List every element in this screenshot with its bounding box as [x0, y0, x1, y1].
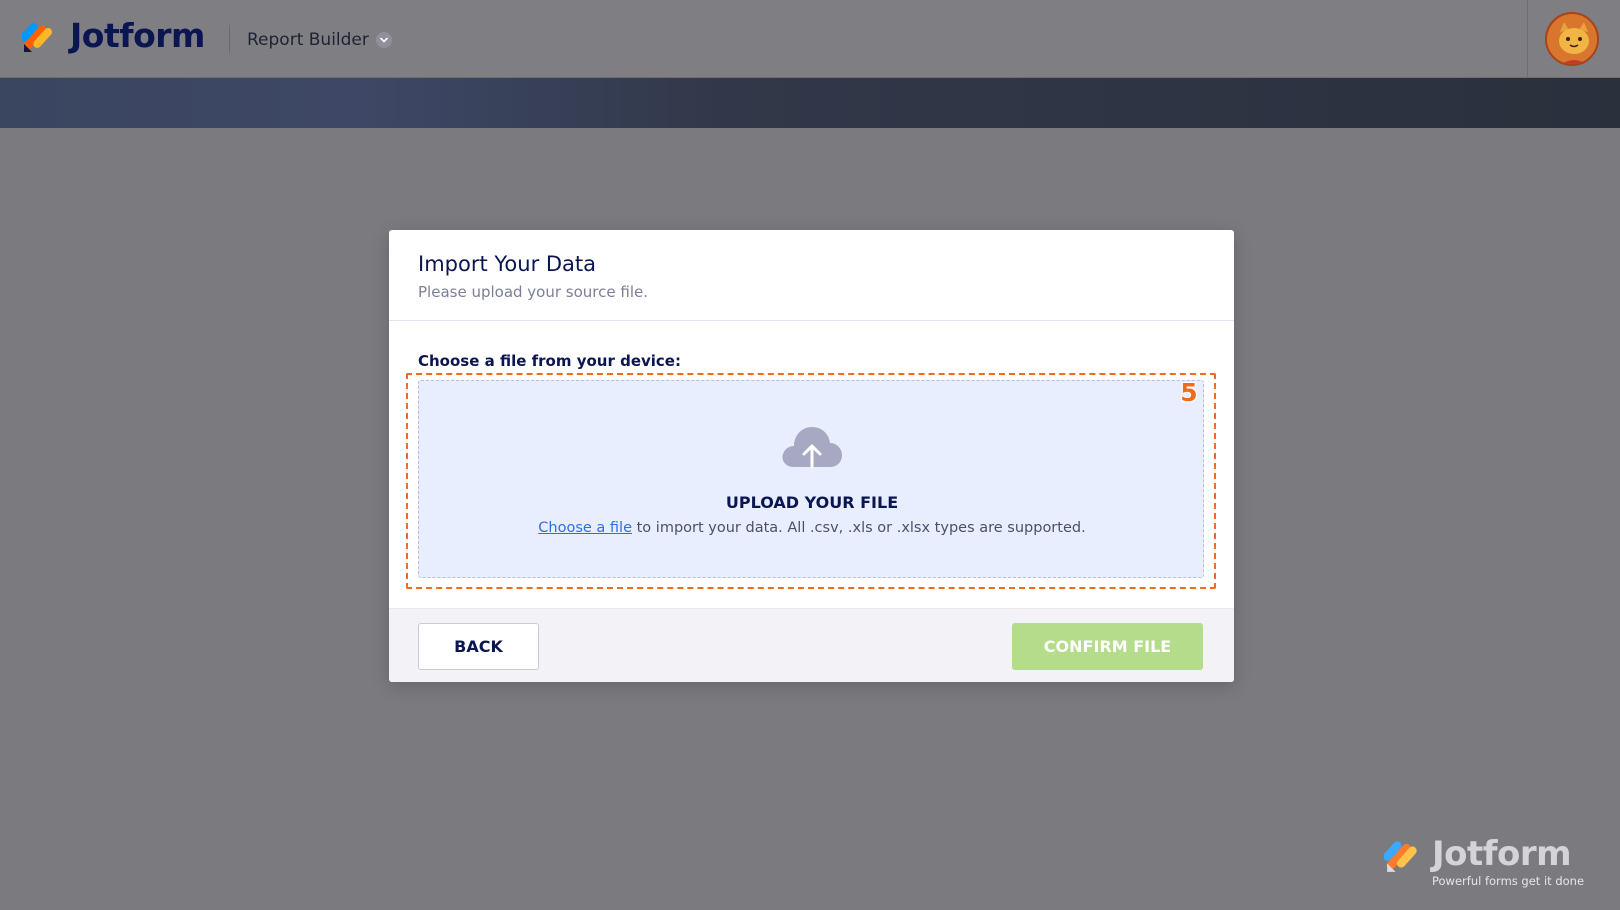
import-data-modal: Import Your Data Please upload your sour… [389, 230, 1234, 682]
choose-file-link[interactable]: Choose a file [538, 520, 632, 536]
chevron-down-icon [375, 32, 392, 48]
modal-title: Import Your Data [418, 252, 597, 276]
modal-footer: BACK CONFIRM FILE [389, 608, 1234, 682]
modal-subtitle: Please upload your source file. [418, 283, 648, 301]
product-switcher[interactable]: Report Builder [247, 28, 392, 52]
step-number-badge: 5 [1180, 378, 1198, 407]
back-button[interactable]: BACK [418, 623, 539, 670]
sub-header-band [0, 78, 1620, 128]
product-label: Report Builder [247, 30, 369, 50]
upload-title: UPLOAD YOUR FILE [725, 493, 899, 512]
watermark-brand: Jotform [1432, 834, 1572, 874]
cloud-upload-icon [780, 423, 844, 475]
jotform-watermark: Jotform Powerful forms get it done [1383, 834, 1585, 890]
brand-name: Jotform [70, 16, 205, 55]
upload-description: Choose a file to import your data. All .… [419, 517, 1205, 539]
watermark-logo-icon [1383, 836, 1422, 874]
confirm-file-button[interactable]: CONFIRM FILE [1012, 623, 1203, 670]
file-dropzone[interactable]: UPLOAD YOUR FILE Choose a file to import… [418, 380, 1204, 578]
modal-header: Import Your Data Please upload your sour… [389, 230, 1234, 321]
jotform-logo[interactable]: Jotform [20, 16, 205, 55]
header-divider [229, 25, 230, 53]
user-avatar[interactable] [1545, 12, 1599, 66]
upload-desc-text: to import your data. All .csv, .xls or .… [632, 520, 1086, 536]
header-separator [1527, 0, 1528, 78]
jotform-logo-icon [20, 18, 56, 54]
watermark-tagline: Powerful forms get it done [1432, 874, 1585, 888]
top-header: Jotform Report Builder [0, 0, 1620, 78]
choose-file-label: Choose a file from your device: [418, 352, 681, 370]
